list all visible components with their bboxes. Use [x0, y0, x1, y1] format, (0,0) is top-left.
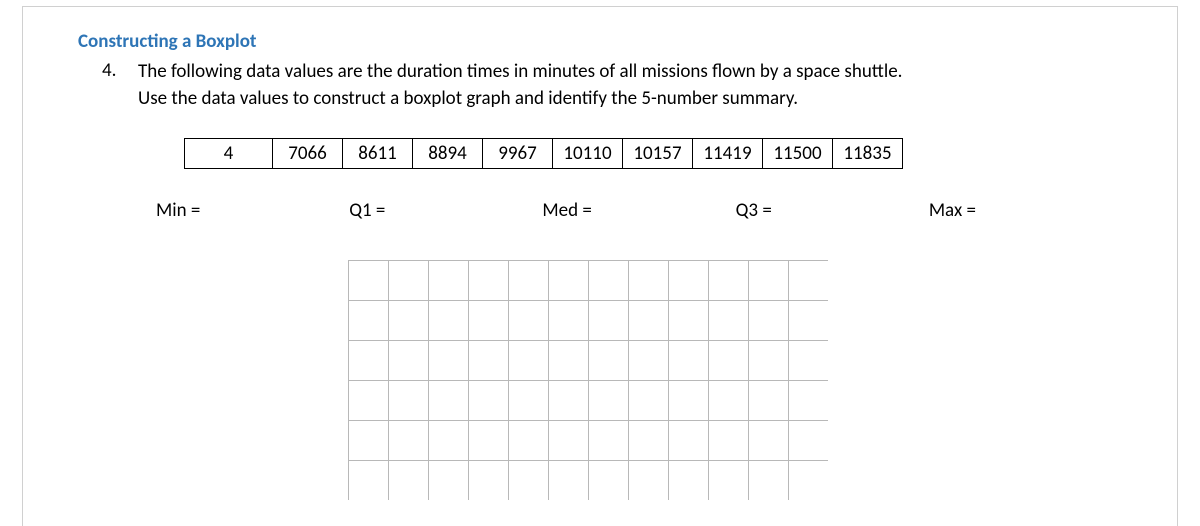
summary-q1: Q1 =: [349, 199, 542, 222]
boxplot-grid: [348, 260, 828, 500]
data-table: 4 7066 8611 8894 9967 10110 10157 11419 …: [184, 138, 903, 169]
data-cell: 11500: [763, 139, 833, 169]
data-cell: 9967: [483, 139, 553, 169]
summary-med: Med =: [542, 199, 735, 222]
question-text: The following data values are the durati…: [138, 59, 902, 112]
data-cell: 11835: [833, 139, 903, 169]
data-cell: 11419: [693, 139, 763, 169]
content-area: Constructing a Boxplot 4. The following …: [78, 30, 1122, 500]
summary-max: Max =: [929, 199, 1122, 222]
page-border-right: [1177, 6, 1178, 526]
summary-min: Min =: [156, 199, 349, 222]
data-cell: 10157: [623, 139, 693, 169]
data-row: 4 7066 8611 8894 9967 10110 10157 11419 …: [185, 139, 903, 169]
data-cell: 4: [185, 139, 273, 169]
summary-q3: Q3 =: [736, 199, 929, 222]
question-number: 4.: [102, 59, 138, 82]
question-line-2: Use the data values to construct a boxpl…: [138, 87, 798, 110]
grid-svg: [348, 260, 828, 500]
page-border-top: [22, 6, 1178, 7]
data-cell: 10110: [553, 139, 623, 169]
question-line-1: The following data values are the durati…: [138, 60, 902, 83]
data-cell: 8611: [343, 139, 413, 169]
data-cell: 8894: [413, 139, 483, 169]
summary-row: Min = Q1 = Med = Q3 = Max =: [156, 199, 1122, 222]
page-border-left: [22, 6, 23, 526]
section-heading: Constructing a Boxplot: [78, 30, 1122, 53]
data-table-wrap: 4 7066 8611 8894 9967 10110 10157 11419 …: [184, 138, 1122, 169]
data-cell: 7066: [273, 139, 343, 169]
question-row: 4. The following data values are the dur…: [102, 59, 1122, 112]
